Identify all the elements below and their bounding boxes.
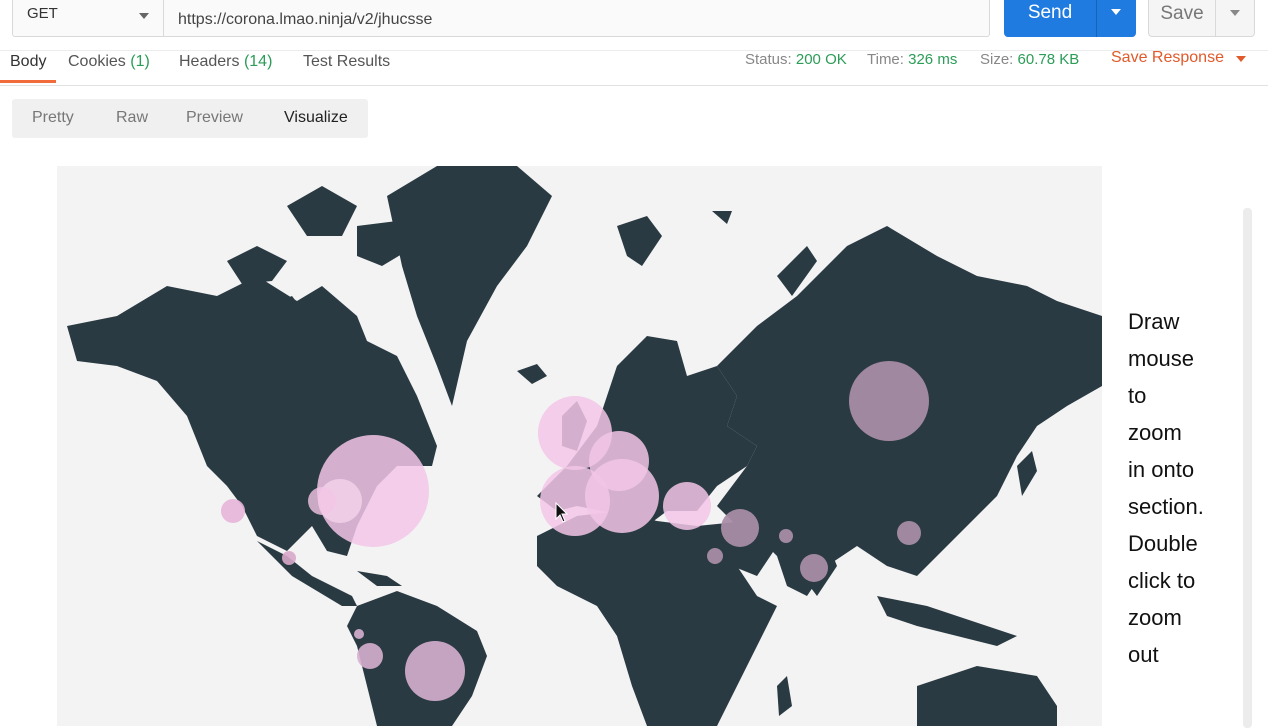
chevron-down-icon xyxy=(1111,9,1121,15)
status-meta: Status: 200 OK xyxy=(745,51,847,68)
tab-label: Test Results xyxy=(303,53,391,70)
case-bubble[interactable] xyxy=(585,459,659,533)
method-value: GET xyxy=(27,5,58,22)
japan xyxy=(1017,451,1037,496)
save-button-group: Save xyxy=(1148,0,1255,37)
view-tab-preview[interactable]: Preview xyxy=(186,109,243,127)
method-select[interactable]: GET xyxy=(12,0,164,37)
chevron-down-icon[interactable] xyxy=(1236,56,1246,62)
tab-test-results[interactable]: Test Results xyxy=(303,53,390,83)
response-tabs: Body Cookies (1) Headers (14) Test Resul… xyxy=(0,49,1268,86)
case-bubble[interactable] xyxy=(663,482,711,530)
view-tab-pretty[interactable]: Pretty xyxy=(32,109,74,127)
world-map[interactable] xyxy=(57,166,1102,726)
save-button[interactable]: Save xyxy=(1149,0,1215,36)
vertical-scrollbar[interactable] xyxy=(1243,208,1252,728)
case-bubble[interactable] xyxy=(779,529,793,543)
tab-count: (1) xyxy=(130,53,150,70)
request-bar: GET Send Save xyxy=(0,0,1280,50)
chevron-down-icon xyxy=(139,13,149,19)
size-meta: Size: 60.78 KB xyxy=(980,51,1079,68)
active-tab-indicator xyxy=(0,80,56,83)
instruction-line: out xyxy=(1128,642,1159,667)
case-bubble[interactable] xyxy=(282,551,296,565)
case-bubble[interactable] xyxy=(897,521,921,545)
time-value: 326 ms xyxy=(908,51,958,68)
case-bubble[interactable] xyxy=(721,509,759,547)
world-map-visualization[interactable] xyxy=(57,166,1102,726)
save-options-button[interactable] xyxy=(1216,0,1254,36)
iceland xyxy=(517,364,547,384)
svalbard xyxy=(617,211,732,266)
tab-label: Cookies xyxy=(68,53,126,70)
australia xyxy=(917,666,1057,726)
size-label: Size: xyxy=(980,51,1014,68)
tab-count: (14) xyxy=(243,53,273,70)
status-label: Status: xyxy=(745,51,792,68)
save-response-button[interactable]: Save Response xyxy=(1111,49,1224,67)
zoom-instructions: Draw mouse to zoom in onto section. Doub… xyxy=(1128,303,1238,673)
madagascar xyxy=(777,676,792,716)
view-mode-tabs: Pretty Raw Preview Visualize xyxy=(12,99,368,138)
case-bubble[interactable] xyxy=(354,629,364,639)
tab-body[interactable]: Body xyxy=(10,53,46,83)
send-button[interactable]: Send xyxy=(1004,0,1096,37)
send-options-button[interactable] xyxy=(1097,0,1136,37)
instruction-line: zoom xyxy=(1128,420,1182,445)
view-tab-raw[interactable]: Raw xyxy=(116,109,148,127)
tab-headers[interactable]: Headers (14) xyxy=(179,53,272,83)
size-value: 60.78 KB xyxy=(1017,51,1080,68)
url-input[interactable] xyxy=(164,0,990,37)
case-bubble[interactable] xyxy=(707,548,723,564)
mouse-pointer-icon xyxy=(555,502,569,523)
tab-label: Body xyxy=(10,53,47,70)
case-bubble[interactable] xyxy=(308,487,336,515)
instruction-line: to xyxy=(1128,383,1147,408)
tab-cookies[interactable]: Cookies (1) xyxy=(68,53,150,83)
instruction-line: in onto xyxy=(1128,457,1195,482)
instruction-line: section. xyxy=(1128,494,1204,519)
instruction-line: Double xyxy=(1128,531,1198,556)
chevron-down-icon xyxy=(1230,10,1240,16)
case-bubble[interactable] xyxy=(221,499,245,523)
southeast-asia-islands xyxy=(877,596,1017,646)
case-bubble[interactable] xyxy=(849,361,929,441)
instruction-line: Draw xyxy=(1128,309,1180,334)
view-tab-visualize[interactable]: Visualize xyxy=(284,109,348,127)
case-bubble[interactable] xyxy=(405,641,465,701)
tab-label: Headers xyxy=(179,53,240,70)
instruction-line: click to xyxy=(1128,568,1196,593)
time-meta: Time: 326 ms xyxy=(867,51,957,68)
status-value: 200 OK xyxy=(795,51,847,68)
caribbean xyxy=(357,571,402,586)
case-bubble[interactable] xyxy=(800,554,828,582)
case-bubble[interactable] xyxy=(357,643,383,669)
send-button-group: Send xyxy=(1004,0,1136,37)
time-label: Time: xyxy=(867,51,904,68)
instruction-line: mouse xyxy=(1128,346,1195,371)
instruction-line: zoom xyxy=(1128,605,1182,630)
